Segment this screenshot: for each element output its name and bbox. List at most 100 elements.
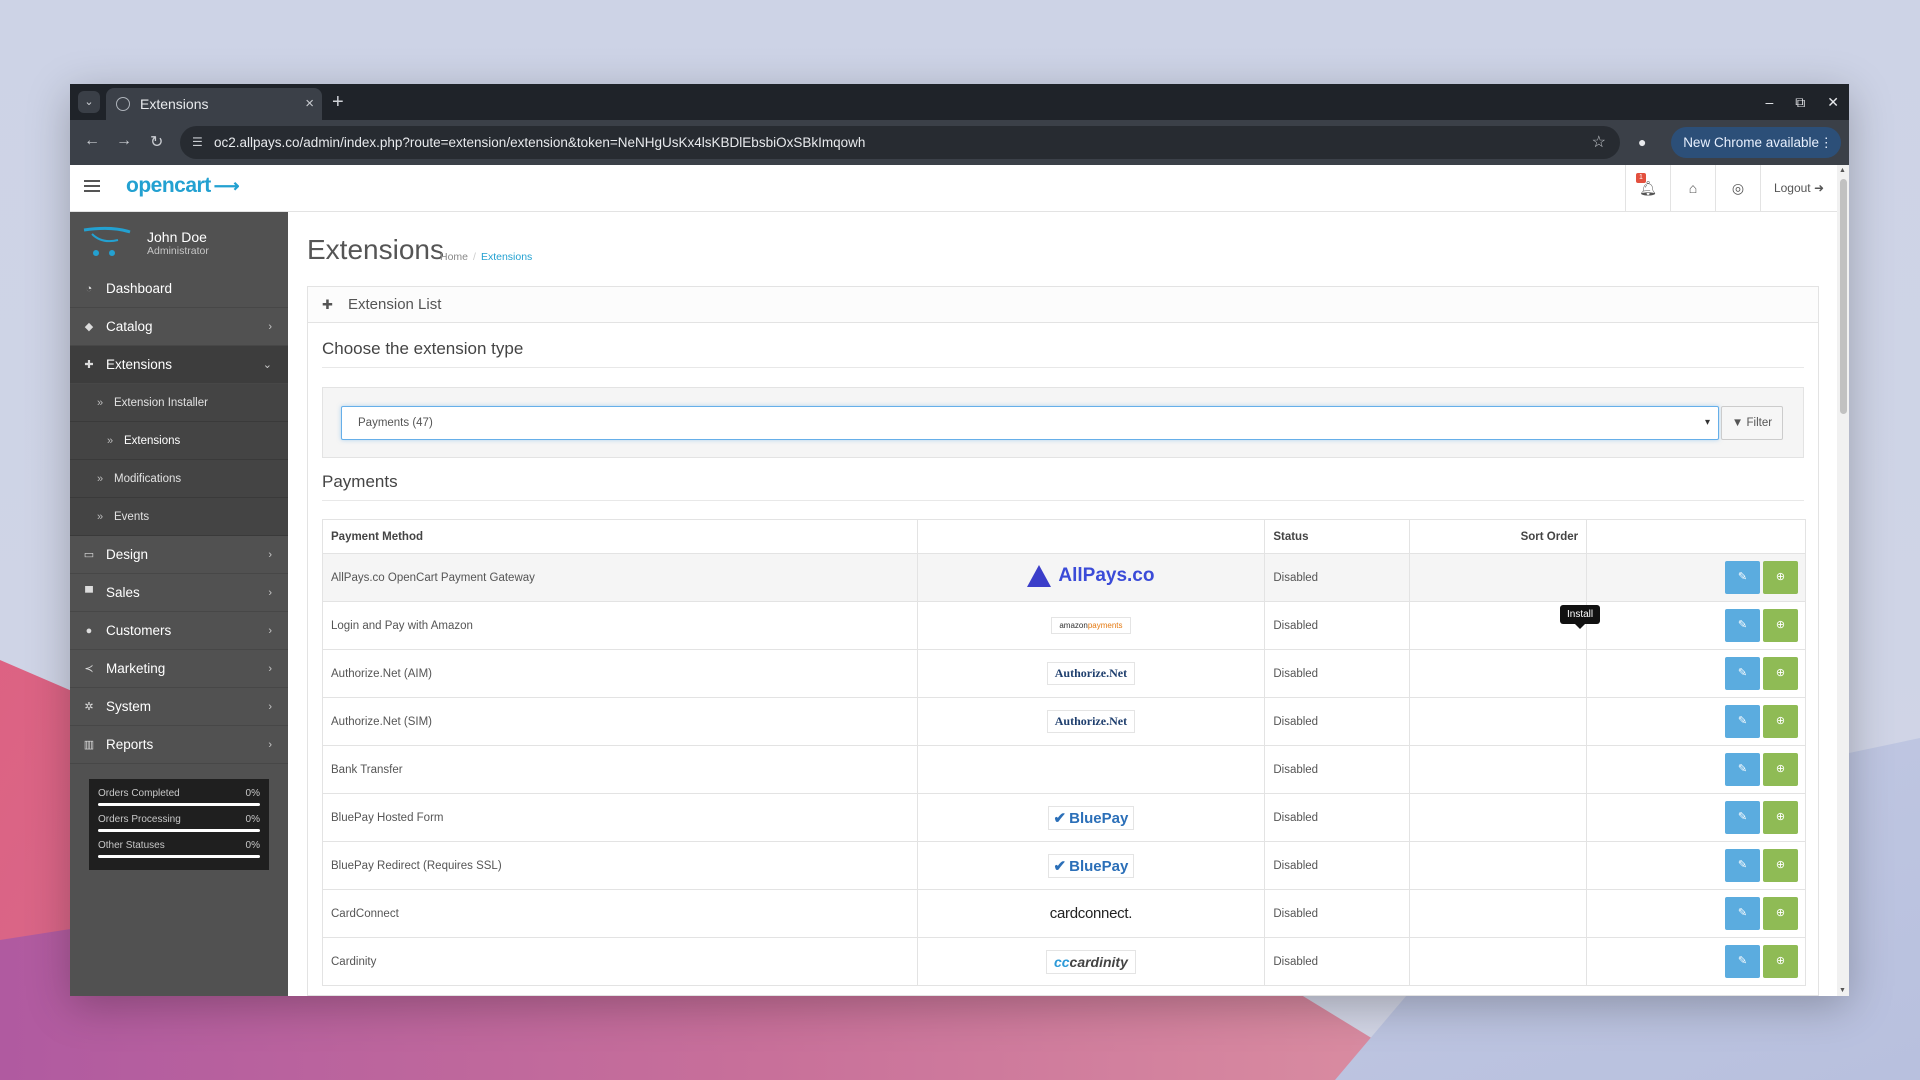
reload-icon[interactable]: ↻ xyxy=(150,132,163,152)
sidebar-item-reports[interactable]: ▥ Reports › xyxy=(70,726,288,764)
user-profile: John Doe Administrator xyxy=(70,212,288,270)
home-button[interactable]: ⌂ xyxy=(1670,165,1715,212)
breadcrumb-home-link[interactable]: Home xyxy=(440,251,468,263)
table-header-row: Payment Method Status Sort Order xyxy=(322,519,1806,554)
sidebar-item-catalog[interactable]: ◆ Catalog › xyxy=(70,308,288,346)
logout-button[interactable]: Logout ➜ xyxy=(1760,165,1837,212)
edit-button[interactable]: ✎ xyxy=(1725,609,1760,642)
sidebar-subitem-modifications[interactable]: » Modifications xyxy=(70,460,288,498)
scrollbar-thumb[interactable] xyxy=(1840,179,1847,414)
edit-button[interactable]: ✎ xyxy=(1725,753,1760,786)
sidebar-subitem-label: Extensions xyxy=(124,435,181,447)
logo-text: BluePay xyxy=(1069,809,1129,827)
install-button[interactable]: ⊕ xyxy=(1763,897,1798,930)
breadcrumb-current-link[interactable]: Extensions xyxy=(481,251,532,263)
sidebar-item-marketing[interactable]: ≺ Marketing › xyxy=(70,650,288,688)
sidebar-item-system[interactable]: ✲ System › xyxy=(70,688,288,726)
logout-label: Logout xyxy=(1773,181,1811,195)
forward-icon[interactable]: → xyxy=(116,132,132,150)
sidebar-item-label: Marketing xyxy=(106,661,166,676)
install-button[interactable]: ⊕ xyxy=(1763,705,1798,738)
allpays-logo: AllPays.co xyxy=(1027,565,1154,587)
install-button[interactable]: ⊕ xyxy=(1763,753,1798,786)
profile-icon[interactable]: ● xyxy=(1638,134,1654,150)
tab-search-icon[interactable]: ⌄ xyxy=(78,91,100,113)
payment-logo: ✔ BluePay xyxy=(916,841,1266,890)
sidebar-item-label: Sales xyxy=(106,585,140,600)
extension-type-select[interactable]: Payments (47) ▾ xyxy=(341,406,1719,440)
close-tab-icon[interactable]: × xyxy=(305,88,314,120)
notifications-button[interactable]: 1 🔔︎ xyxy=(1625,165,1670,212)
new-chrome-label: New Chrome available xyxy=(1683,135,1819,150)
sidebar-subitem-extension-installer[interactable]: » Extension Installer xyxy=(70,384,288,422)
payment-method-name: Authorize.Net (AIM) xyxy=(322,649,918,698)
column-header-sort-order[interactable]: Sort Order xyxy=(1409,519,1588,554)
new-chrome-available-button[interactable]: New Chrome available ⋮ xyxy=(1671,127,1841,158)
edit-button[interactable]: ✎ xyxy=(1725,849,1760,882)
admin-header: opencart ⟶ 1 🔔︎ ⌂ ◎ Logout ➜ xyxy=(70,165,1837,212)
sidebar-subitem-label: Extension Installer xyxy=(114,397,208,409)
minimize-icon[interactable]: – xyxy=(1765,94,1773,110)
column-header-status[interactable]: Status xyxy=(1264,519,1411,554)
column-header-payment-method[interactable]: Payment Method xyxy=(322,519,918,554)
edit-button[interactable]: ✎ xyxy=(1725,657,1760,690)
browser-tab[interactable]: Extensions × xyxy=(106,88,322,120)
status-cell: Disabled xyxy=(1264,697,1411,746)
menu-toggle-icon[interactable] xyxy=(84,180,100,195)
new-tab-button[interactable]: + xyxy=(332,88,344,116)
stat-orders-processing: Orders Processing 0% xyxy=(98,814,260,832)
edit-button[interactable]: ✎ xyxy=(1725,705,1760,738)
install-button[interactable]: ⊕ xyxy=(1763,945,1798,978)
panel-heading: ✚ Extension List xyxy=(308,287,1818,323)
payment-logo: AllPays.co xyxy=(916,553,1266,602)
life-ring-icon: ◎ xyxy=(1731,180,1745,196)
sidebar-item-customers[interactable]: ● Customers › xyxy=(70,612,288,650)
opencart-logo[interactable]: opencart ⟶ xyxy=(126,174,240,198)
stat-value: 0% xyxy=(245,840,260,851)
edit-button[interactable]: ✎ xyxy=(1725,801,1760,834)
filter-label: Filter xyxy=(1746,417,1773,429)
pencil-icon: ✎ xyxy=(1737,907,1748,919)
tab-strip: ⌄ Extensions × + – ⧉ ✕ xyxy=(70,84,1849,120)
install-button[interactable]: ⊕ xyxy=(1763,801,1798,834)
chevron-right-icon: › xyxy=(268,739,272,751)
progress-bar xyxy=(98,855,260,858)
filter-button[interactable]: ▼ Filter xyxy=(1721,406,1783,440)
bookmark-star-icon[interactable]: ☆ xyxy=(1592,126,1606,159)
kebab-menu-icon[interactable]: ⋮ xyxy=(1820,127,1834,158)
sidebar-item-extensions[interactable]: ✚ Extensions ⌄ xyxy=(70,346,288,384)
payment-method-name: Login and Pay with Amazon xyxy=(322,601,918,650)
select-value: Payments (47) xyxy=(358,417,433,429)
sidebar-subitem-extensions[interactable]: » Extensions xyxy=(70,422,288,460)
scroll-up-icon[interactable]: ▲ xyxy=(1839,167,1846,174)
site-settings-icon[interactable]: ☰ xyxy=(192,126,203,159)
page-scrollbar[interactable]: ▲ ▼ xyxy=(1837,165,1849,996)
window-close-icon[interactable]: ✕ xyxy=(1827,94,1839,111)
install-button[interactable]: ⊕ xyxy=(1763,561,1798,594)
install-button[interactable]: ⊕ xyxy=(1763,609,1798,642)
sidebar-item-design[interactable]: ▭ Design › xyxy=(70,536,288,574)
sidebar-subitem-events[interactable]: » Events xyxy=(70,498,288,536)
address-bar[interactable]: ☰ oc2.allpays.co/admin/index.php?route=e… xyxy=(180,126,1620,159)
restore-icon[interactable]: ⧉ xyxy=(1795,94,1805,111)
edit-button[interactable]: ✎ xyxy=(1725,945,1760,978)
payments-heading: Payments xyxy=(322,472,398,491)
column-header-action xyxy=(1586,519,1806,554)
sort-order-cell xyxy=(1409,793,1588,842)
chevron-down-icon: ▾ xyxy=(1704,417,1710,428)
back-icon[interactable]: ← xyxy=(84,132,100,150)
cart-icon: ▀ xyxy=(85,587,93,599)
scroll-down-icon[interactable]: ▼ xyxy=(1839,987,1846,994)
install-button[interactable]: ⊕ xyxy=(1763,657,1798,690)
table-row: CardConnect cardconnect. Disabled ✎ ⊕ xyxy=(322,889,1806,938)
payment-method-name: Authorize.Net (SIM) xyxy=(322,697,918,746)
sidebar-item-dashboard[interactable]: ◔ Dashboard xyxy=(70,270,288,308)
install-button[interactable]: ⊕ xyxy=(1763,849,1798,882)
edit-button[interactable]: ✎ xyxy=(1725,561,1760,594)
plus-circle-icon: ⊕ xyxy=(1775,619,1786,631)
chevron-right-icon: › xyxy=(268,663,272,675)
help-button[interactable]: ◎ xyxy=(1715,165,1760,212)
edit-button[interactable]: ✎ xyxy=(1725,897,1760,930)
progress-bar xyxy=(98,803,260,806)
sidebar-item-sales[interactable]: ▀ Sales › xyxy=(70,574,288,612)
